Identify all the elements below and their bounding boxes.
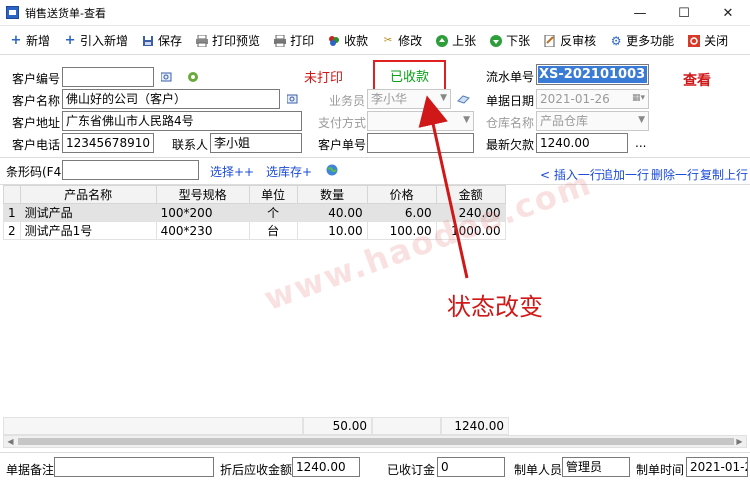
maker-input: 管理员 <box>562 457 630 477</box>
discount-amount-input: 1240.00 <box>292 457 360 477</box>
remark-input[interactable] <box>54 457 214 477</box>
remark-label: 单据备注 <box>6 463 55 477</box>
make-time-label: 制单时间 <box>636 463 685 477</box>
received-deposit-input[interactable]: 0 <box>437 457 505 477</box>
annotation-text: 状态改变 <box>447 293 543 321</box>
annotation-arrow <box>418 95 469 279</box>
discount-amount-label: 折后应收金额 <box>220 463 293 477</box>
received-deposit-label: 已收订金 <box>387 463 436 477</box>
footer: 单据备注 折后应收金额 1240.00 已收订金 0 制单人员 管理员 制单时间… <box>0 452 750 483</box>
make-time-input: 2021-01-26 <box>686 457 748 477</box>
maker-label: 制单人员 <box>514 463 563 477</box>
